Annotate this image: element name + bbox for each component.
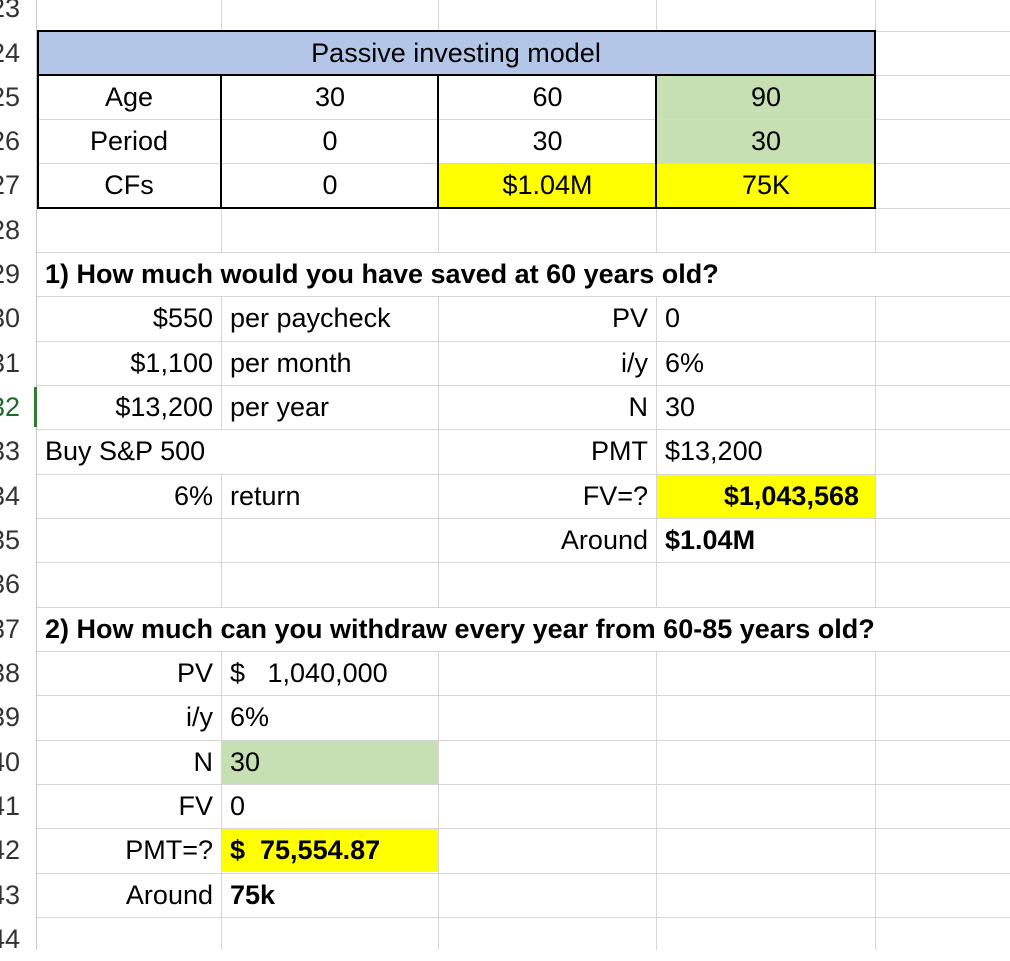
q1-calc-value[interactable]: $13,200 <box>657 430 875 473</box>
q1-desc[interactable]: per year <box>222 386 438 429</box>
table-cell[interactable]: $1.04M <box>439 164 656 207</box>
table-cell[interactable]: 60 <box>439 76 656 119</box>
q2-calc-value[interactable]: 0 <box>222 785 438 828</box>
table-cell[interactable]: 30 <box>439 120 656 163</box>
q1-calc-label[interactable]: FV=? <box>439 475 656 518</box>
table-border <box>37 74 876 76</box>
q2-calc-value[interactable]: 30 <box>222 741 438 784</box>
row-header[interactable]: 41 <box>0 784 36 828</box>
q1-amount[interactable]: $550 <box>37 297 221 340</box>
q2-calc-value[interactable]: 6% <box>222 696 438 739</box>
q2-calc-label[interactable]: Around <box>37 874 221 917</box>
q1-calc-value[interactable]: 30 <box>657 386 875 429</box>
q2-calc-label[interactable]: PV <box>37 652 221 695</box>
row-header[interactable]: 44 <box>0 917 36 961</box>
table-border <box>437 75 439 209</box>
q1-around-value[interactable]: $1.04M <box>657 519 875 562</box>
q2-calc-value[interactable]: $ 1,040,000 <box>222 652 438 695</box>
row-header[interactable]: 36 <box>0 562 36 606</box>
q1-calc-value[interactable]: 6% <box>657 342 875 385</box>
q2-around-value[interactable]: 75k <box>222 874 438 917</box>
q1-return-desc[interactable]: return <box>222 475 438 518</box>
row-header[interactable]: 43 <box>0 873 36 917</box>
table-border <box>37 207 876 209</box>
table-cell[interactable]: 0 <box>222 120 438 163</box>
table-cell[interactable]: 30 <box>222 76 438 119</box>
grid-row-line <box>37 562 1010 563</box>
q1-calc-label[interactable]: Around <box>439 519 656 562</box>
table-row-label[interactable]: Period <box>37 120 221 163</box>
table-border <box>37 30 876 32</box>
question-2-title[interactable]: 2) How much can you withdraw every year … <box>37 608 1010 651</box>
row-header[interactable]: 33 <box>0 429 36 473</box>
q2-calc-label[interactable]: FV <box>37 785 221 828</box>
q1-fv-result[interactable]: $1,043,568 <box>657 475 875 518</box>
row-header[interactable]: 25 <box>0 75 36 119</box>
q1-buy-note[interactable]: Buy S&P 500 <box>37 430 437 473</box>
row-header-active[interactable]: 32 <box>0 385 36 429</box>
table-row-label[interactable]: Age <box>37 76 221 119</box>
row-header[interactable]: 26 <box>0 119 36 163</box>
table-cell[interactable]: 75K <box>657 164 875 207</box>
q1-amount[interactable]: $13,200 <box>37 386 221 429</box>
q1-calc-label[interactable]: N <box>439 386 656 429</box>
table-cell[interactable]: 90 <box>657 76 875 119</box>
table-border <box>220 75 222 209</box>
grid-row-line <box>37 917 1010 918</box>
row-header[interactable]: 23 <box>0 0 36 30</box>
question-1-title[interactable]: 1) How much would you have saved at 60 y… <box>37 253 937 296</box>
q2-calc-label[interactable]: N <box>37 741 221 784</box>
row-header[interactable]: 24 <box>0 31 36 75</box>
table-border <box>655 75 657 209</box>
table-border <box>874 30 876 209</box>
spreadsheet-grid[interactable]: 23 24 25 26 27 28 29 30 31 32 33 34 35 3… <box>0 0 1010 954</box>
q1-desc[interactable]: per month <box>222 342 438 385</box>
table-cell[interactable]: 30 <box>657 120 875 163</box>
row-header[interactable]: 28 <box>0 208 36 252</box>
q1-calc-label[interactable]: PV <box>439 297 656 340</box>
row-header[interactable]: 37 <box>0 607 36 651</box>
row-header[interactable]: 30 <box>0 296 36 340</box>
q2-pmt-result[interactable]: $ 75,554.87 <box>222 829 438 872</box>
row-header[interactable]: 42 <box>0 828 36 872</box>
q1-calc-label[interactable]: PMT <box>439 430 656 473</box>
row-header[interactable]: 39 <box>0 695 36 739</box>
row-header[interactable]: 38 <box>0 651 36 695</box>
row-header[interactable]: 31 <box>0 341 36 385</box>
q1-desc[interactable]: per paycheck <box>222 297 438 340</box>
row-header[interactable]: 29 <box>0 252 36 296</box>
q2-calc-label[interactable]: i/y <box>37 696 221 739</box>
q1-return-amount[interactable]: 6% <box>37 475 221 518</box>
table-row-label[interactable]: CFs <box>37 164 221 207</box>
q1-calc-label[interactable]: i/y <box>439 342 656 385</box>
table-border <box>37 30 39 209</box>
q1-calc-value[interactable]: 0 <box>657 297 875 340</box>
row-header[interactable]: 40 <box>0 740 36 784</box>
table-title[interactable]: Passive investing model <box>37 32 875 75</box>
q2-calc-label[interactable]: PMT=? <box>37 829 221 872</box>
q1-amount[interactable]: $1,100 <box>37 342 221 385</box>
row-header[interactable]: 35 <box>0 518 36 562</box>
table-cell[interactable]: 0 <box>222 164 438 207</box>
row-header[interactable]: 34 <box>0 474 36 518</box>
row-header[interactable]: 27 <box>0 163 36 207</box>
